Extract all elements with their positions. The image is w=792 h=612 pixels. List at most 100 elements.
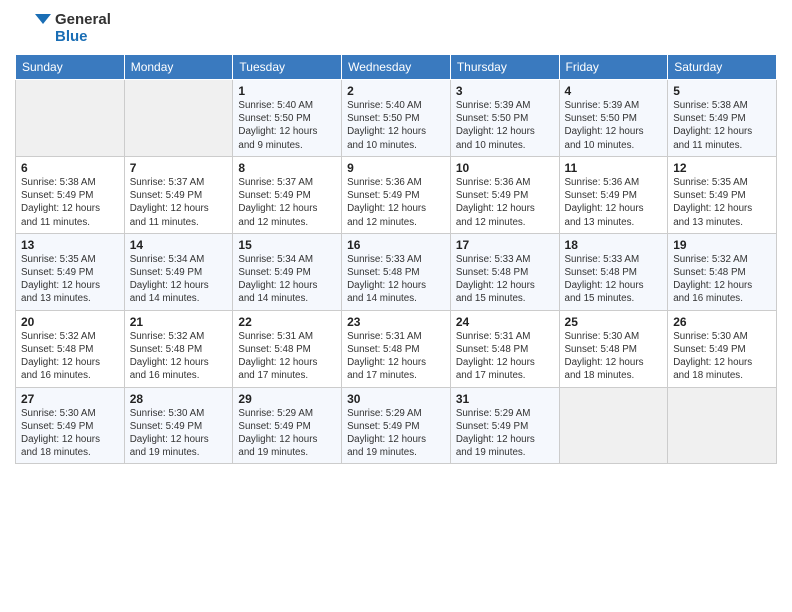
calendar-cell: 3Sunrise: 5:39 AM Sunset: 5:50 PM Daylig… xyxy=(450,80,559,157)
col-header-tuesday: Tuesday xyxy=(233,55,342,80)
calendar-cell: 23Sunrise: 5:31 AM Sunset: 5:48 PM Dayli… xyxy=(342,310,451,387)
day-info: Sunrise: 5:33 AM Sunset: 5:48 PM Dayligh… xyxy=(565,253,663,306)
day-info: Sunrise: 5:34 AM Sunset: 5:49 PM Dayligh… xyxy=(130,253,228,306)
day-number: 4 xyxy=(565,84,663,98)
calendar-cell: 18Sunrise: 5:33 AM Sunset: 5:48 PM Dayli… xyxy=(559,233,668,310)
calendar-cell: 15Sunrise: 5:34 AM Sunset: 5:49 PM Dayli… xyxy=(233,233,342,310)
day-number: 22 xyxy=(238,315,336,329)
calendar-cell: 10Sunrise: 5:36 AM Sunset: 5:49 PM Dayli… xyxy=(450,156,559,233)
day-number: 27 xyxy=(21,392,119,406)
day-number: 26 xyxy=(673,315,771,329)
header: General Blue xyxy=(15,10,777,46)
day-info: Sunrise: 5:38 AM Sunset: 5:49 PM Dayligh… xyxy=(21,176,119,229)
day-number: 14 xyxy=(130,238,228,252)
day-number: 10 xyxy=(456,161,554,175)
day-number: 12 xyxy=(673,161,771,175)
logo-bird-icon xyxy=(15,10,51,46)
day-info: Sunrise: 5:36 AM Sunset: 5:49 PM Dayligh… xyxy=(347,176,445,229)
col-header-sunday: Sunday xyxy=(16,55,125,80)
calendar-cell: 2Sunrise: 5:40 AM Sunset: 5:50 PM Daylig… xyxy=(342,80,451,157)
calendar-cell: 24Sunrise: 5:31 AM Sunset: 5:48 PM Dayli… xyxy=(450,310,559,387)
calendar-cell: 11Sunrise: 5:36 AM Sunset: 5:49 PM Dayli… xyxy=(559,156,668,233)
day-number: 28 xyxy=(130,392,228,406)
calendar-cell: 13Sunrise: 5:35 AM Sunset: 5:49 PM Dayli… xyxy=(16,233,125,310)
logo-container: General Blue xyxy=(15,10,111,46)
calendar-cell: 5Sunrise: 5:38 AM Sunset: 5:49 PM Daylig… xyxy=(668,80,777,157)
day-number: 31 xyxy=(456,392,554,406)
col-header-saturday: Saturday xyxy=(668,55,777,80)
day-number: 7 xyxy=(130,161,228,175)
day-info: Sunrise: 5:29 AM Sunset: 5:49 PM Dayligh… xyxy=(238,407,336,460)
day-info: Sunrise: 5:29 AM Sunset: 5:49 PM Dayligh… xyxy=(347,407,445,460)
calendar-cell: 8Sunrise: 5:37 AM Sunset: 5:49 PM Daylig… xyxy=(233,156,342,233)
calendar-cell: 12Sunrise: 5:35 AM Sunset: 5:49 PM Dayli… xyxy=(668,156,777,233)
day-number: 16 xyxy=(347,238,445,252)
calendar-cell: 19Sunrise: 5:32 AM Sunset: 5:48 PM Dayli… xyxy=(668,233,777,310)
day-info: Sunrise: 5:30 AM Sunset: 5:49 PM Dayligh… xyxy=(21,407,119,460)
page: General Blue SundayMondayTuesdayWednesda… xyxy=(0,0,792,612)
calendar-cell xyxy=(124,80,233,157)
logo-general: General xyxy=(55,11,111,28)
calendar-cell: 1Sunrise: 5:40 AM Sunset: 5:50 PM Daylig… xyxy=(233,80,342,157)
calendar-cell: 30Sunrise: 5:29 AM Sunset: 5:49 PM Dayli… xyxy=(342,387,451,464)
calendar-cell: 29Sunrise: 5:29 AM Sunset: 5:49 PM Dayli… xyxy=(233,387,342,464)
calendar-cell: 31Sunrise: 5:29 AM Sunset: 5:49 PM Dayli… xyxy=(450,387,559,464)
calendar-cell: 14Sunrise: 5:34 AM Sunset: 5:49 PM Dayli… xyxy=(124,233,233,310)
day-info: Sunrise: 5:32 AM Sunset: 5:48 PM Dayligh… xyxy=(673,253,771,306)
day-number: 3 xyxy=(456,84,554,98)
col-header-monday: Monday xyxy=(124,55,233,80)
col-header-wednesday: Wednesday xyxy=(342,55,451,80)
day-info: Sunrise: 5:30 AM Sunset: 5:49 PM Dayligh… xyxy=(130,407,228,460)
day-number: 30 xyxy=(347,392,445,406)
calendar-cell: 28Sunrise: 5:30 AM Sunset: 5:49 PM Dayli… xyxy=(124,387,233,464)
calendar-cell: 22Sunrise: 5:31 AM Sunset: 5:48 PM Dayli… xyxy=(233,310,342,387)
calendar-cell: 17Sunrise: 5:33 AM Sunset: 5:48 PM Dayli… xyxy=(450,233,559,310)
calendar-cell: 7Sunrise: 5:37 AM Sunset: 5:49 PM Daylig… xyxy=(124,156,233,233)
calendar-cell xyxy=(668,387,777,464)
calendar-cell xyxy=(559,387,668,464)
day-info: Sunrise: 5:39 AM Sunset: 5:50 PM Dayligh… xyxy=(456,99,554,152)
day-number: 20 xyxy=(21,315,119,329)
calendar-cell: 21Sunrise: 5:32 AM Sunset: 5:48 PM Dayli… xyxy=(124,310,233,387)
day-info: Sunrise: 5:35 AM Sunset: 5:49 PM Dayligh… xyxy=(21,253,119,306)
logo: General Blue xyxy=(15,10,111,46)
day-info: Sunrise: 5:40 AM Sunset: 5:50 PM Dayligh… xyxy=(347,99,445,152)
day-number: 21 xyxy=(130,315,228,329)
day-info: Sunrise: 5:30 AM Sunset: 5:48 PM Dayligh… xyxy=(565,330,663,383)
day-info: Sunrise: 5:29 AM Sunset: 5:49 PM Dayligh… xyxy=(456,407,554,460)
day-info: Sunrise: 5:31 AM Sunset: 5:48 PM Dayligh… xyxy=(456,330,554,383)
day-number: 5 xyxy=(673,84,771,98)
calendar-cell: 9Sunrise: 5:36 AM Sunset: 5:49 PM Daylig… xyxy=(342,156,451,233)
day-info: Sunrise: 5:40 AM Sunset: 5:50 PM Dayligh… xyxy=(238,99,336,152)
day-number: 8 xyxy=(238,161,336,175)
day-info: Sunrise: 5:37 AM Sunset: 5:49 PM Dayligh… xyxy=(130,176,228,229)
day-info: Sunrise: 5:31 AM Sunset: 5:48 PM Dayligh… xyxy=(347,330,445,383)
col-header-thursday: Thursday xyxy=(450,55,559,80)
day-number: 2 xyxy=(347,84,445,98)
day-info: Sunrise: 5:33 AM Sunset: 5:48 PM Dayligh… xyxy=(456,253,554,306)
calendar-cell: 4Sunrise: 5:39 AM Sunset: 5:50 PM Daylig… xyxy=(559,80,668,157)
day-number: 29 xyxy=(238,392,336,406)
day-info: Sunrise: 5:31 AM Sunset: 5:48 PM Dayligh… xyxy=(238,330,336,383)
calendar-cell: 6Sunrise: 5:38 AM Sunset: 5:49 PM Daylig… xyxy=(16,156,125,233)
calendar: SundayMondayTuesdayWednesdayThursdayFrid… xyxy=(15,54,777,464)
calendar-cell: 27Sunrise: 5:30 AM Sunset: 5:49 PM Dayli… xyxy=(16,387,125,464)
day-number: 17 xyxy=(456,238,554,252)
day-number: 15 xyxy=(238,238,336,252)
day-info: Sunrise: 5:38 AM Sunset: 5:49 PM Dayligh… xyxy=(673,99,771,152)
day-info: Sunrise: 5:35 AM Sunset: 5:49 PM Dayligh… xyxy=(673,176,771,229)
col-header-friday: Friday xyxy=(559,55,668,80)
day-info: Sunrise: 5:30 AM Sunset: 5:49 PM Dayligh… xyxy=(673,330,771,383)
day-info: Sunrise: 5:34 AM Sunset: 5:49 PM Dayligh… xyxy=(238,253,336,306)
day-number: 23 xyxy=(347,315,445,329)
day-number: 9 xyxy=(347,161,445,175)
day-number: 6 xyxy=(21,161,119,175)
day-number: 11 xyxy=(565,161,663,175)
logo-blue: Blue xyxy=(55,28,111,45)
day-number: 13 xyxy=(21,238,119,252)
day-info: Sunrise: 5:39 AM Sunset: 5:50 PM Dayligh… xyxy=(565,99,663,152)
day-info: Sunrise: 5:36 AM Sunset: 5:49 PM Dayligh… xyxy=(565,176,663,229)
day-number: 19 xyxy=(673,238,771,252)
calendar-cell: 16Sunrise: 5:33 AM Sunset: 5:48 PM Dayli… xyxy=(342,233,451,310)
day-info: Sunrise: 5:32 AM Sunset: 5:48 PM Dayligh… xyxy=(21,330,119,383)
